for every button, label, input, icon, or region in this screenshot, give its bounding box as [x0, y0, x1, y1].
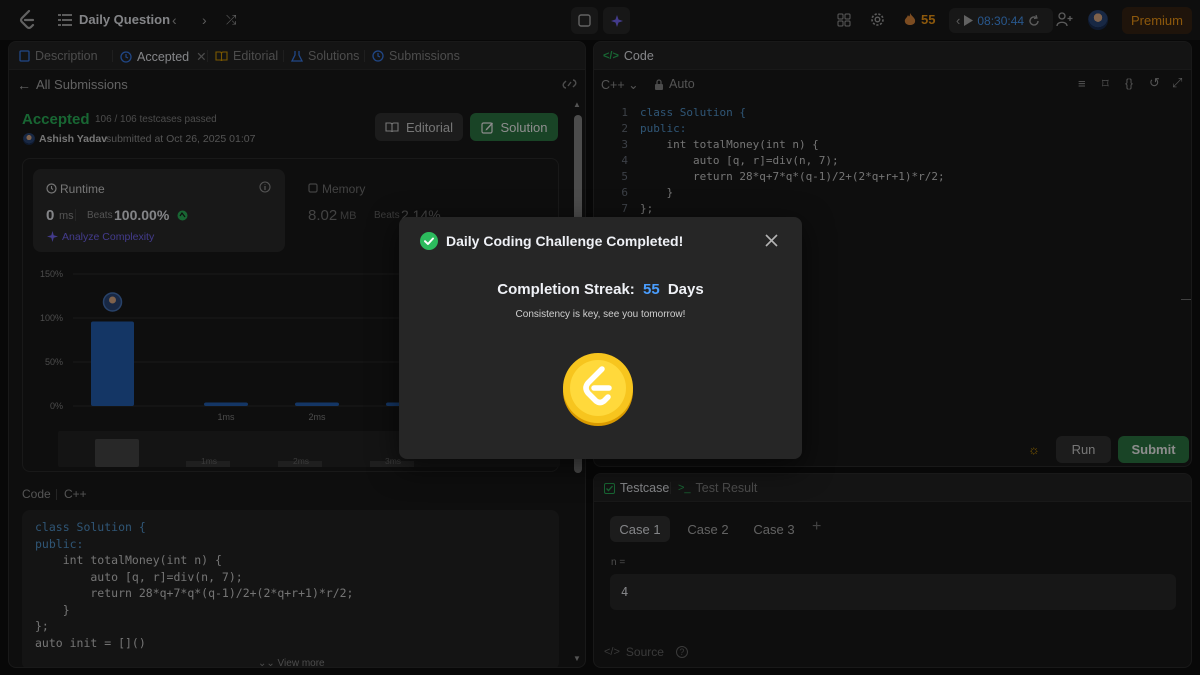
gold-coin-icon [563, 353, 633, 426]
streak-unit: Days [667, 281, 704, 298]
check-circle-icon [420, 232, 438, 250]
modal-title: Daily Coding Challenge Completed! [446, 233, 684, 249]
close-icon[interactable] [765, 234, 778, 247]
daily-challenge-modal: Daily Coding Challenge Completed! Comple… [399, 217, 802, 459]
streak-line: Completion Streak: 55 Days [399, 281, 802, 298]
streak-label: Completion Streak: [497, 281, 635, 298]
streak-days-value: 55 [642, 281, 660, 298]
modal-subtitle: Consistency is key, see you tomorrow! [515, 309, 686, 320]
